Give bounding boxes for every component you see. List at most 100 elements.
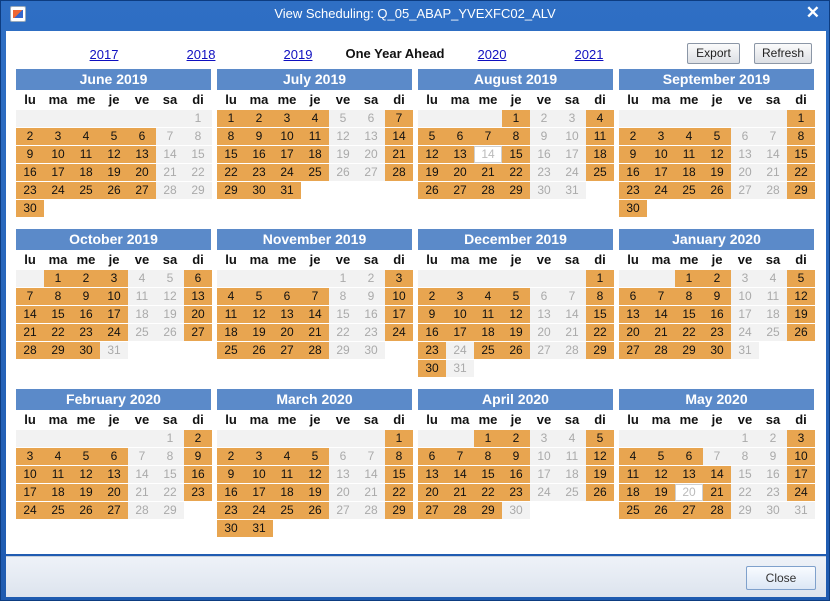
day-cell[interactable]: 14	[156, 146, 184, 163]
day-cell[interactable]: 22	[217, 164, 245, 181]
day-cell[interactable]: 26	[418, 182, 446, 199]
day-cell[interactable]: 1	[731, 430, 759, 447]
day-cell[interactable]: 4	[619, 448, 647, 465]
day-cell[interactable]: 23	[502, 484, 530, 501]
day-cell[interactable]: 15	[502, 146, 530, 163]
day-cell[interactable]: 20	[446, 164, 474, 181]
day-cell[interactable]: 29	[731, 502, 759, 519]
day-cell[interactable]: 23	[619, 182, 647, 199]
year-link-2019[interactable]: 2019	[284, 47, 313, 62]
day-cell[interactable]: 25	[128, 324, 156, 341]
day-cell[interactable]: 26	[787, 324, 815, 341]
day-cell[interactable]: 18	[128, 306, 156, 323]
day-cell[interactable]: 23	[530, 164, 558, 181]
day-cell[interactable]: 1	[787, 110, 815, 127]
day-cell[interactable]: 7	[647, 288, 675, 305]
day-cell[interactable]: 24	[385, 324, 413, 341]
day-cell[interactable]: 25	[675, 182, 703, 199]
day-cell[interactable]: 18	[44, 484, 72, 501]
day-cell[interactable]: 30	[502, 502, 530, 519]
day-cell[interactable]: 26	[301, 502, 329, 519]
day-cell[interactable]: 3	[245, 448, 273, 465]
day-cell[interactable]: 26	[502, 342, 530, 359]
day-cell[interactable]: 28	[647, 342, 675, 359]
day-cell[interactable]: 23	[72, 324, 100, 341]
day-cell[interactable]: 2	[703, 270, 731, 287]
day-cell[interactable]: 29	[329, 342, 357, 359]
day-cell[interactable]: 30	[418, 360, 446, 377]
day-cell[interactable]: 4	[675, 128, 703, 145]
day-cell[interactable]: 27	[357, 164, 385, 181]
day-cell[interactable]: 2	[217, 448, 245, 465]
day-cell[interactable]: 30	[245, 182, 273, 199]
day-cell[interactable]: 5	[703, 128, 731, 145]
day-cell[interactable]: 12	[329, 128, 357, 145]
day-cell[interactable]: 19	[418, 164, 446, 181]
year-link-2020[interactable]: 2020	[478, 47, 507, 62]
day-cell[interactable]: 15	[156, 466, 184, 483]
day-cell[interactable]: 15	[586, 306, 614, 323]
day-cell[interactable]: 25	[586, 164, 614, 181]
day-cell[interactable]: 24	[731, 324, 759, 341]
day-cell[interactable]: 29	[586, 342, 614, 359]
day-cell[interactable]: 12	[301, 466, 329, 483]
day-cell[interactable]: 2	[530, 110, 558, 127]
day-cell[interactable]: 28	[301, 342, 329, 359]
day-cell[interactable]: 17	[530, 466, 558, 483]
day-cell[interactable]: 4	[128, 270, 156, 287]
day-cell[interactable]: 16	[619, 164, 647, 181]
day-cell[interactable]: 21	[647, 324, 675, 341]
day-cell[interactable]: 11	[759, 288, 787, 305]
day-cell[interactable]: 13	[418, 466, 446, 483]
day-cell[interactable]: 8	[44, 288, 72, 305]
day-cell[interactable]: 7	[759, 128, 787, 145]
day-cell[interactable]: 30	[619, 200, 647, 217]
title-bar[interactable]: View Scheduling: Q_05_ABAP_YVEXFC02_ALV …	[1, 1, 829, 27]
day-cell[interactable]: 13	[731, 146, 759, 163]
day-cell[interactable]: 11	[558, 448, 586, 465]
day-cell[interactable]: 10	[731, 288, 759, 305]
day-cell[interactable]: 10	[530, 448, 558, 465]
day-cell[interactable]: 7	[446, 448, 474, 465]
day-cell[interactable]: 16	[184, 466, 212, 483]
day-cell[interactable]: 14	[385, 128, 413, 145]
day-cell[interactable]: 17	[731, 306, 759, 323]
day-cell[interactable]: 12	[787, 288, 815, 305]
day-cell[interactable]: 20	[184, 306, 212, 323]
day-cell[interactable]: 17	[787, 466, 815, 483]
day-cell[interactable]: 3	[44, 128, 72, 145]
day-cell[interactable]: 24	[530, 484, 558, 501]
day-cell[interactable]: 26	[156, 324, 184, 341]
day-cell[interactable]: 15	[675, 306, 703, 323]
day-cell[interactable]: 20	[329, 484, 357, 501]
day-cell[interactable]: 17	[16, 484, 44, 501]
day-cell[interactable]: 22	[44, 324, 72, 341]
day-cell[interactable]: 12	[100, 146, 128, 163]
day-cell[interactable]: 10	[446, 306, 474, 323]
day-cell[interactable]: 19	[72, 484, 100, 501]
day-cell[interactable]: 1	[184, 110, 212, 127]
day-cell[interactable]: 2	[357, 270, 385, 287]
day-cell[interactable]: 14	[703, 466, 731, 483]
day-cell[interactable]: 26	[647, 502, 675, 519]
day-cell[interactable]: 20	[273, 324, 301, 341]
day-cell[interactable]: 22	[675, 324, 703, 341]
day-cell[interactable]: 25	[301, 164, 329, 181]
day-cell[interactable]: 11	[474, 306, 502, 323]
day-cell[interactable]: 13	[446, 146, 474, 163]
day-cell[interactable]: 5	[329, 110, 357, 127]
day-cell[interactable]: 6	[530, 288, 558, 305]
day-cell[interactable]: 21	[357, 484, 385, 501]
day-cell[interactable]: 18	[273, 484, 301, 501]
day-cell[interactable]: 13	[184, 288, 212, 305]
day-cell[interactable]: 24	[446, 342, 474, 359]
day-cell[interactable]: 15	[184, 146, 212, 163]
day-cell[interactable]: 7	[16, 288, 44, 305]
day-cell[interactable]: 29	[787, 182, 815, 199]
day-cell[interactable]: 7	[385, 110, 413, 127]
day-cell[interactable]: 14	[474, 146, 502, 163]
day-cell[interactable]: 2	[619, 128, 647, 145]
day-cell[interactable]: 19	[586, 466, 614, 483]
day-cell[interactable]: 8	[184, 128, 212, 145]
day-cell[interactable]: 21	[558, 324, 586, 341]
